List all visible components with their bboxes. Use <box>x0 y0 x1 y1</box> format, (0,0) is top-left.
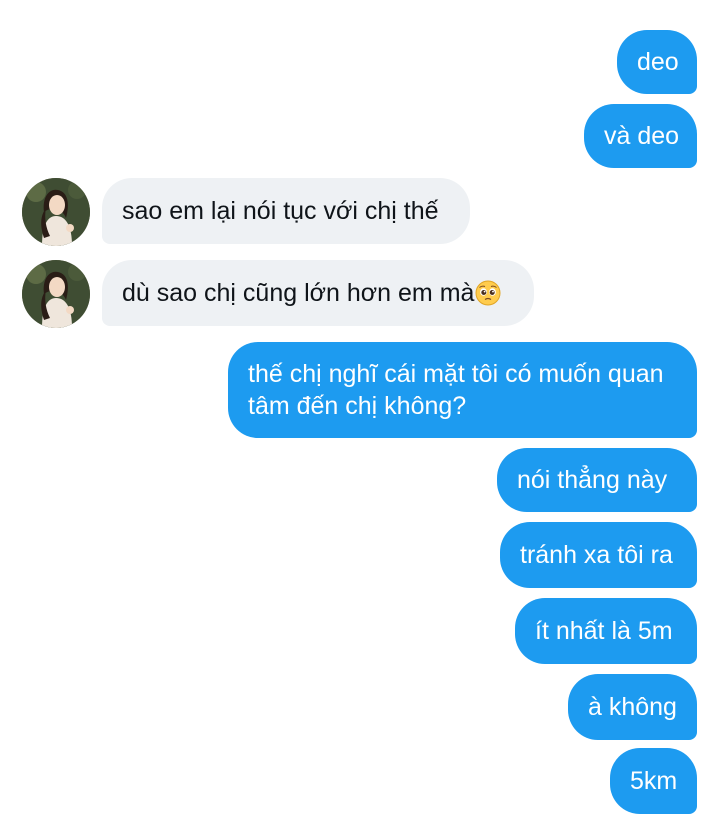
message-bubble-outgoing[interactable]: thế chị nghĩ cái mặt tôi có muốn quan tâ… <box>228 342 697 438</box>
contact-avatar[interactable] <box>22 178 90 246</box>
message-bubble-incoming[interactable]: sao em lại nói tục với chị thế <box>102 178 470 244</box>
avatar-photo-icon <box>22 178 90 246</box>
message-text: sao em lại nói tục với chị thế <box>122 197 439 225</box>
message-text: à không <box>588 693 677 721</box>
message-bubble-outgoing[interactable]: nói thẳng này <box>497 448 697 512</box>
message-text: tránh xa tôi ra <box>520 541 673 569</box>
message-bubble-outgoing[interactable]: 5km <box>610 748 697 814</box>
message-text: 5km <box>630 767 678 795</box>
message-text: ít nhất là 5m <box>535 617 673 645</box>
message-bubble-outgoing[interactable]: deo <box>617 30 697 94</box>
message-bubble-outgoing[interactable]: tránh xa tôi ra <box>500 522 697 588</box>
message-bubble-outgoing[interactable]: à không <box>568 674 697 740</box>
contact-avatar[interactable] <box>22 260 90 328</box>
message-bubble-outgoing[interactable]: ít nhất là 5m <box>515 598 697 664</box>
message-text: deo <box>637 48 679 76</box>
message-bubble-outgoing[interactable]: và deo <box>584 104 697 168</box>
avatar-photo-icon <box>22 260 90 328</box>
message-text: nói thẳng này <box>517 466 668 494</box>
message-text: và deo <box>604 122 680 150</box>
message-text: thế chị nghĩ cái mặt tôi có muốn quan tâ… <box>248 360 664 420</box>
pleading-face-emoji-icon <box>475 280 501 306</box>
message-bubble-incoming[interactable]: dù sao chị cũng lớn hơn em mà <box>102 260 534 326</box>
message-text: dù sao chị cũng lớn hơn em mà <box>122 279 475 307</box>
